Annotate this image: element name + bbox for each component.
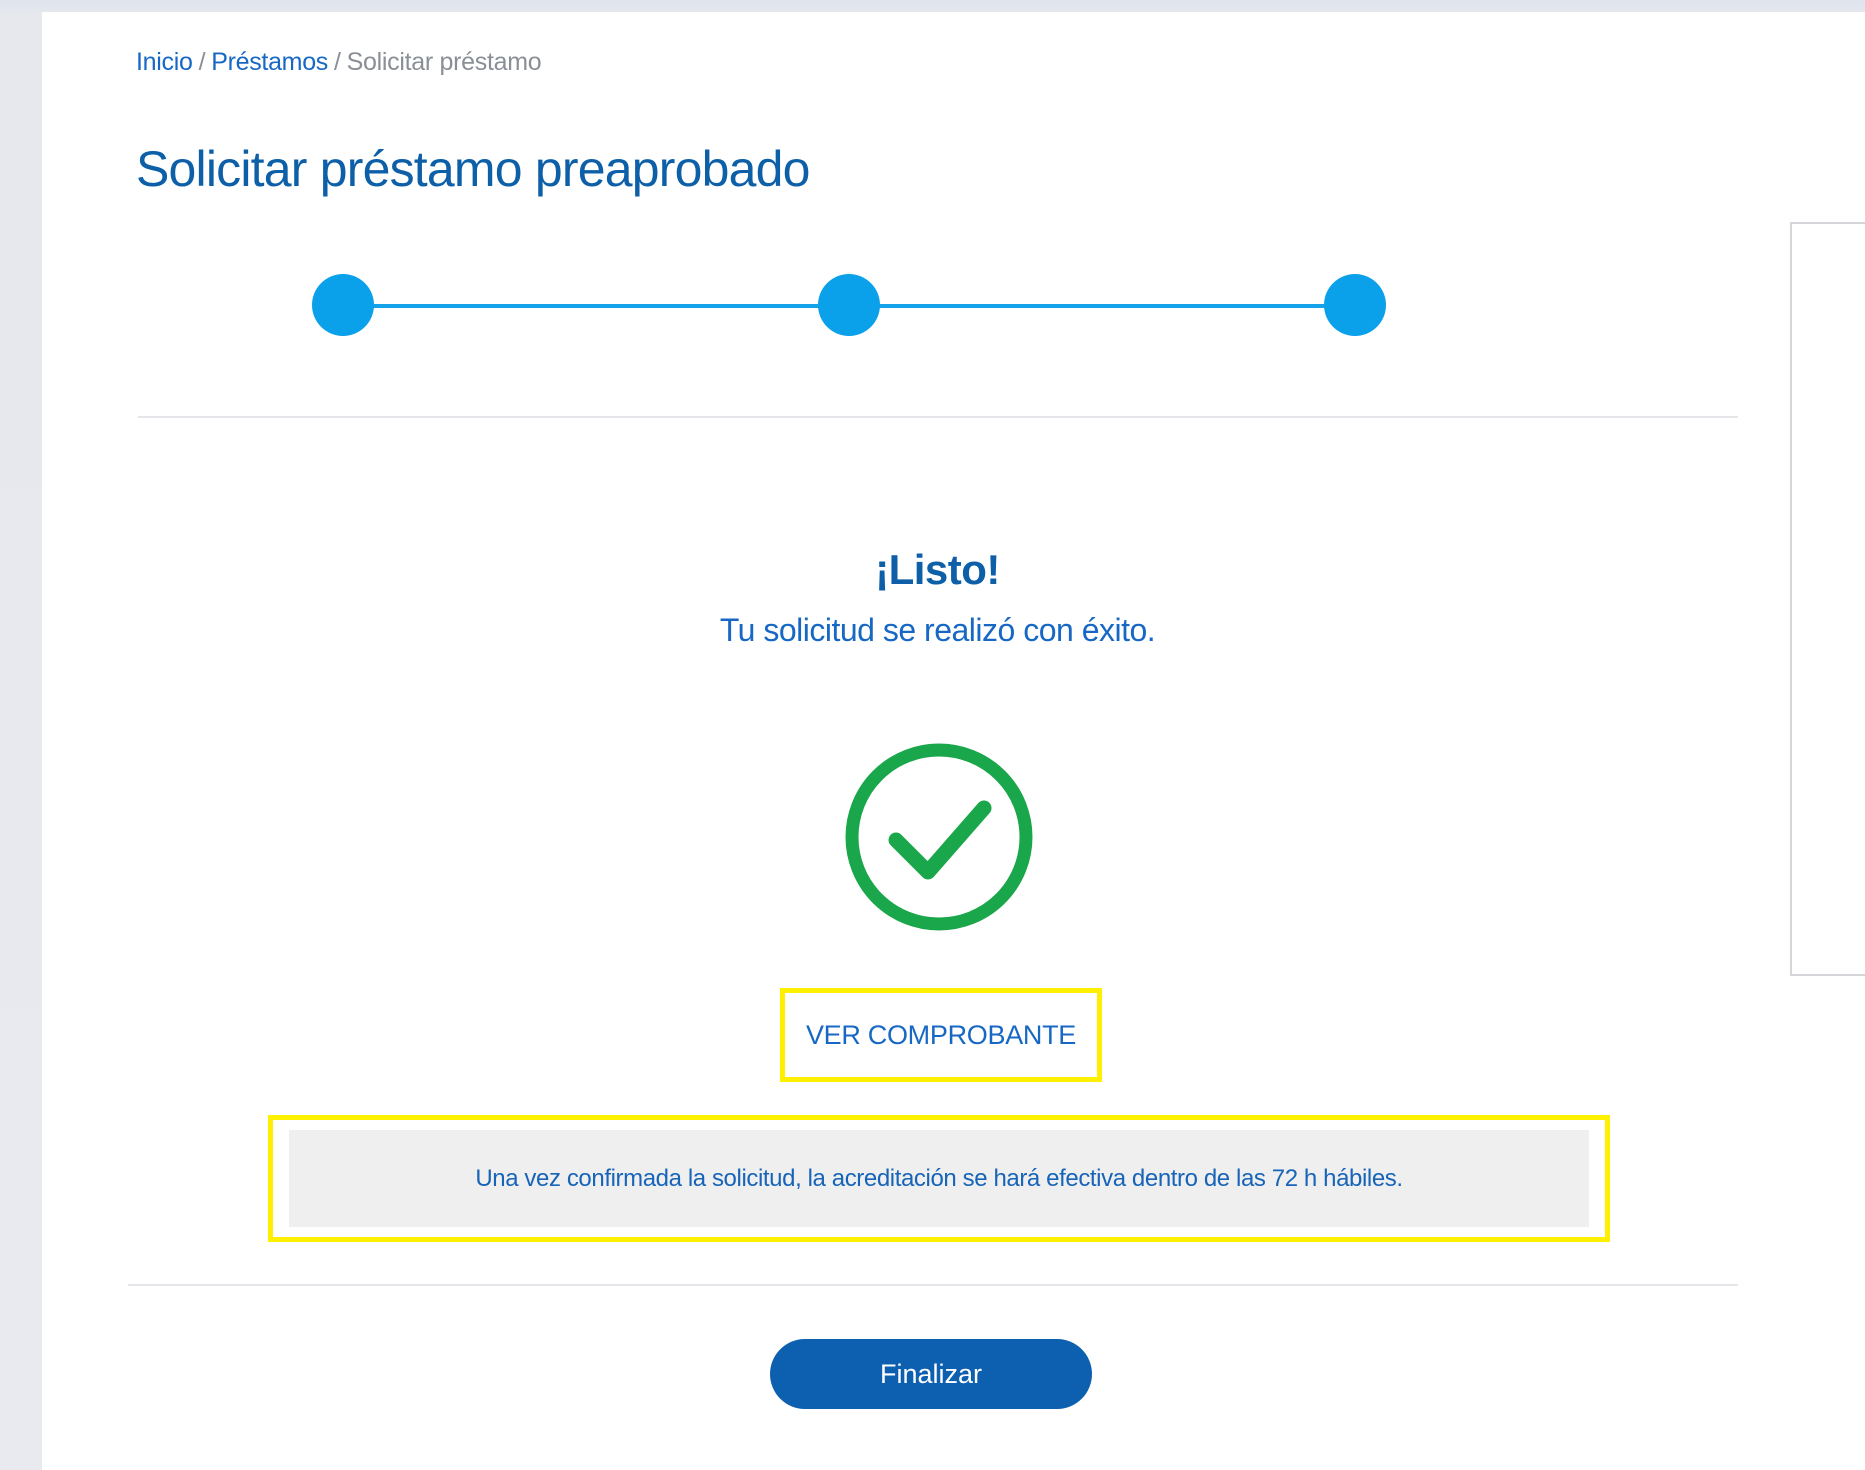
breadcrumb: Inicio / Préstamos / Solicitar préstamo	[136, 48, 542, 77]
stepper-line-1	[343, 304, 849, 308]
success-title: ¡Listo!	[875, 546, 1000, 593]
check-circle-icon	[845, 743, 1033, 931]
breadcrumb-current: Solicitar préstamo	[346, 48, 542, 76]
progress-stepper	[312, 274, 1612, 340]
divider-bottom	[128, 1284, 1738, 1286]
side-panel	[1790, 222, 1865, 976]
stepper-step-2	[818, 274, 880, 336]
stepper-step-1	[312, 274, 374, 336]
ver-comprobante-button[interactable]: VER COMPROBANTE	[780, 988, 1102, 1082]
stepper-line-2	[849, 304, 1355, 308]
breadcrumb-separator: /	[334, 48, 341, 76]
success-subtitle: Tu solicitud se realizó con éxito.	[719, 612, 1156, 648]
info-message-highlight: Una vez confirmada la solicitud, la acre…	[268, 1115, 1610, 1242]
app-background: Inicio / Préstamos / Solicitar préstamo Soli…	[0, 0, 1865, 1470]
breadcrumb-separator: /	[198, 48, 206, 76]
stepper-step-3	[1324, 274, 1386, 336]
info-message: Una vez confirmada la solicitud, la acre…	[289, 1130, 1589, 1227]
divider-top	[138, 416, 1738, 418]
breadcrumb-prestamos[interactable]: Préstamos	[211, 48, 328, 76]
page-title: Solicitar préstamo preaprobado	[136, 141, 810, 197]
finalizar-button[interactable]: Finalizar	[770, 1339, 1092, 1409]
breadcrumb-inicio[interactable]: Inicio	[136, 48, 193, 76]
main-content: Inicio / Préstamos / Solicitar préstamo Soli…	[42, 12, 1865, 1470]
